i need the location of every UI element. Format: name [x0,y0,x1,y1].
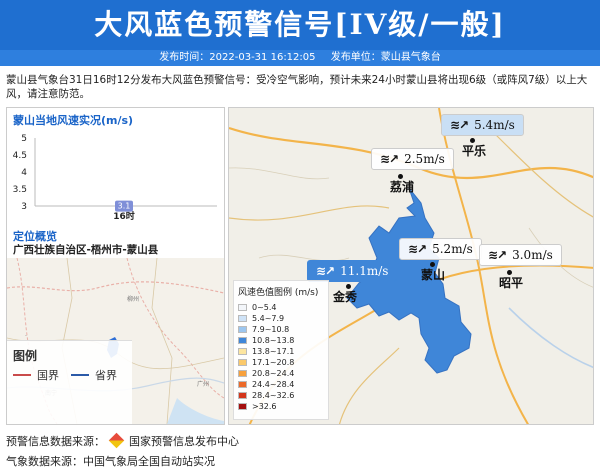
legend-swatch [238,392,247,399]
legend-row: 24.4~28.4 [238,379,324,390]
legend-swatch [238,370,247,377]
legend-national-label: 国界 [37,369,59,382]
pingle-speed: 5.4m/s [474,118,515,132]
town-lipu: 荔浦 [390,180,415,194]
inset-legend-title: 图例 [13,349,38,363]
legend-range-label: 5.4~7.9 [252,314,285,323]
lipu-speed: 2.5m/s [404,152,445,166]
y-tick-label: 5 [21,134,27,144]
zhaoping-speed: 3.0m/s [512,248,553,262]
y-tick-label: 4 [21,168,27,178]
legend-swatch [238,304,247,311]
legend-row: 5.4~7.9 [238,313,324,324]
legend-range-label: 17.1~20.8 [252,358,295,367]
location-path: 广西壮族自治区-梧州市-蒙山县 [13,244,159,256]
left-panel: 蒙山当地风速实况(m/s) 5 4.5 4 3.5 3 3.1 16时 定位概览 广西壮… [6,107,225,425]
station-label-mengshan[interactable]: ≋↗ 5.2m/s [399,238,482,260]
legend-range-label: 0~5.4 [252,303,277,312]
warning-data-source: 预警信息数据来源： 国家预警信息发布中心 [6,432,239,449]
y-tick-label: 3.5 [13,185,27,195]
mengshan-speed: 5.2m/s [432,242,473,256]
warning-title: 大风蓝色预警信号[IV级/一般] [0,0,600,50]
warning-center-logo-icon [108,432,124,449]
publish-time: 发布时间：2022-03-31 16:12:05 [159,52,316,63]
national-border-icon [13,374,31,376]
county-wind-map[interactable]: ≋↗ 5.4m/s 平乐 ≋↗ 2.5m/s 荔浦 ≋↗ 5.2m/s 蒙山 ≋↗ 3.… [228,107,594,425]
publish-meta: 发布时间：2022-03-31 16:12:05 发布单位：蒙山县气象台 [0,50,600,66]
legend-row: 7.9~10.8 [238,324,324,335]
legend-row: >32.6 [238,401,324,412]
legend-range-label: 7.9~10.8 [252,325,290,334]
legend-row: 20.8~24.4 [238,368,324,379]
legend-swatch [238,348,247,355]
wind-icon: ≋↗ [408,242,427,256]
station-label-lipu[interactable]: ≋↗ 2.5m/s [371,148,454,170]
legend-range-label: 24.4~28.4 [252,380,295,389]
wind-legend-title: 风速色值图例 (m/s) [238,288,319,298]
legend-swatch [238,315,247,322]
inset-legend: 图例 国界 省界 [7,340,132,424]
y-tick-label: 4.5 [13,151,27,161]
town-pingle: 平乐 [462,144,487,158]
wind-icon: ≋↗ [450,118,469,132]
wind-icon: ≋↗ [380,152,399,166]
warning-source-label: 预警信息数据来源： [6,435,105,448]
wind-icon: ≋↗ [488,248,507,262]
inset-place-liuzhou: 柳州 [127,295,139,303]
station-label-pingle[interactable]: ≋↗ 5.4m/s [441,114,524,136]
legend-row: 10.8~13.8 [238,335,324,346]
town-zhaoping: 昭平 [499,276,524,290]
legend-province-label: 省界 [95,369,117,382]
warning-summary: 蒙山县气象台31日16时12分发布大风蓝色预警信号：受冷空气影响，预计未来24小… [6,74,588,100]
legend-row: 28.4~32.6 [238,390,324,401]
legend-range-label: 13.8~17.1 [252,347,295,356]
wind-chart-title: 蒙山当地风速实况(m/s) [13,114,134,127]
province-border-icon [71,374,89,376]
station-label-jinxiu[interactable]: ≋↗ 11.1m/s [307,260,398,282]
legend-swatch [238,337,247,344]
town-jinxiu: 金秀 [333,290,358,304]
legend-swatch [238,403,247,410]
legend-province: 省界 [71,367,117,383]
legend-swatch [238,381,247,388]
publisher: 发布单位：蒙山县气象台 [330,52,441,63]
legend-range-label: 20.8~24.4 [252,369,295,378]
weather-data-source: 气象数据来源：中国气象局全国自动站实况 [6,455,215,468]
inset-place-guangzhou: 广州 [197,380,209,388]
legend-range-label: 28.4~32.6 [252,391,295,400]
wind-color-legend: 风速色值图例 (m/s) 0~5.4 5.4~7.9 7.9~10.8 10.8~13… [233,280,329,420]
bar-value-label: 3.1 [118,202,131,211]
wind-chart: 5 4.5 4 3.5 3 3.1 16时 [13,134,217,222]
legend-national: 国界 [13,367,59,383]
legend-row: 17.1~20.8 [238,357,324,368]
wind-icon: ≋↗ [316,264,335,278]
legend-swatch [238,359,247,366]
town-mengshan: 蒙山 [421,268,446,282]
x-tick-label: 16时 [113,210,135,222]
legend-swatch [238,326,247,333]
legend-range-label: 10.8~13.8 [252,336,295,345]
legend-row: 13.8~17.1 [238,346,324,357]
legend-range-label: >32.6 [252,402,277,411]
jinxiu-speed: 11.1m/s [340,264,389,278]
wind-chart-panel: 蒙山当地风速实况(m/s) 5 4.5 4 3.5 3 3.1 16时 [7,108,224,222]
svg-text:·: · [25,333,27,340]
station-label-zhaoping[interactable]: ≋↗ 3.0m/s [479,244,562,266]
legend-row: 0~5.4 [238,302,324,313]
y-tick-label: 3 [21,202,27,212]
warning-source-name[interactable]: 国家预警信息发布中心 [129,435,239,448]
